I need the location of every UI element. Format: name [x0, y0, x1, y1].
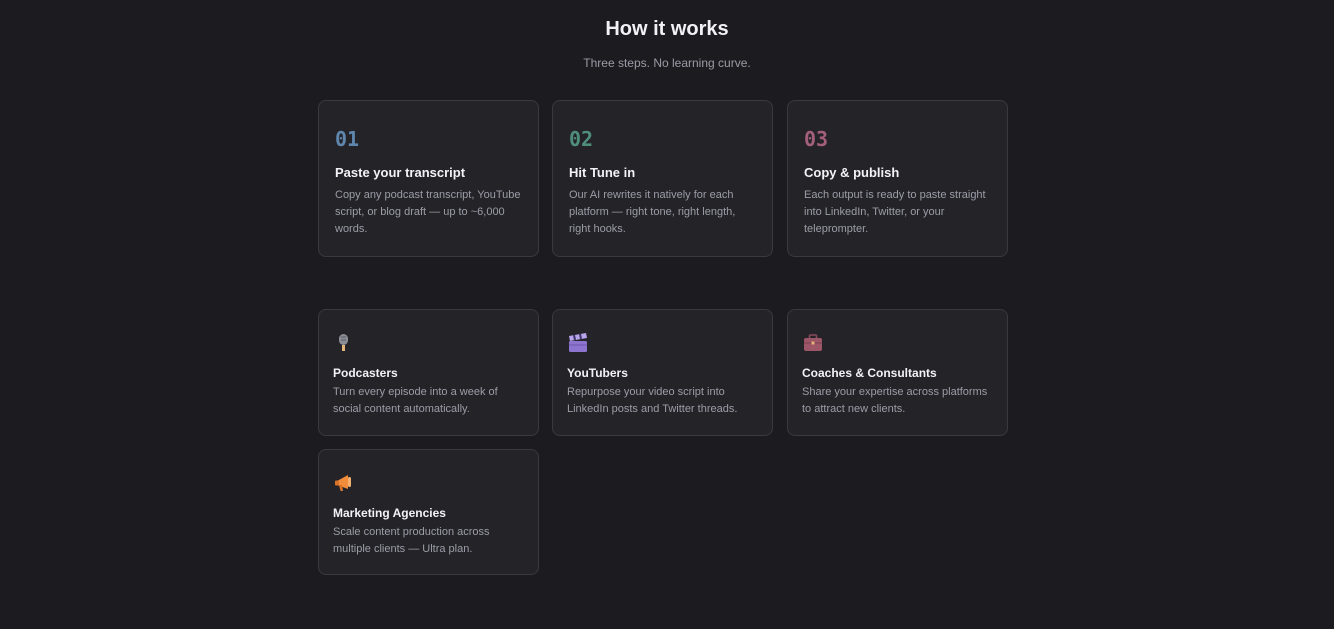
section-subtitle: Three steps. No learning curve.: [583, 56, 751, 70]
clapperboard-icon: [567, 332, 589, 354]
step-card-1: 01 Paste your transcript Copy any podcas…: [318, 100, 539, 257]
audience-description: Turn every episode into a week of social…: [333, 386, 498, 415]
step-number: 01: [335, 127, 360, 151]
step-title: Copy & publish: [804, 165, 900, 180]
step-card-3: 03 Copy & publish Each output is ready t…: [787, 100, 1008, 257]
megaphone-icon: [333, 472, 355, 494]
audience-title: Marketing Agencies: [333, 506, 446, 520]
step-description: Copy any podcast transcript, YouTube scr…: [335, 189, 521, 235]
step-description: Each output is ready to paste straight i…: [804, 189, 986, 235]
section-title: How it works: [605, 18, 729, 40]
audience-title: YouTubers: [567, 366, 628, 380]
audience-card-podcasters: Podcasters Turn every episode into a wee…: [318, 309, 539, 436]
step-title: Hit Tune in: [569, 165, 636, 180]
step-number: 02: [569, 127, 594, 151]
audience-description: Share your expertise across platforms to…: [802, 386, 988, 415]
audience-description: Repurpose your video script into LinkedI…: [567, 386, 738, 415]
audience-description: Scale content production across multiple…: [333, 526, 490, 555]
audience-title: Coaches & Consultants: [802, 366, 937, 380]
audience-card-agencies: Marketing Agencies Scale content product…: [318, 449, 539, 575]
step-number: 03: [804, 127, 829, 151]
audience-card-youtubers: YouTubers Repurpose your video script in…: [552, 309, 773, 436]
step-title: Paste your transcript: [335, 165, 466, 180]
how-it-works-section: How it works Three steps. No learning cu…: [0, 0, 1334, 629]
audience-title: Podcasters: [333, 366, 398, 380]
audience-card-coaches: Coaches & Consultants Share your experti…: [787, 309, 1008, 436]
step-card-2: 02 Hit Tune in Our AI rewrites it native…: [552, 100, 773, 257]
microphone-icon: [333, 332, 355, 354]
briefcase-icon: [802, 332, 824, 354]
step-description: Our AI rewrites it natively for each pla…: [569, 189, 736, 235]
